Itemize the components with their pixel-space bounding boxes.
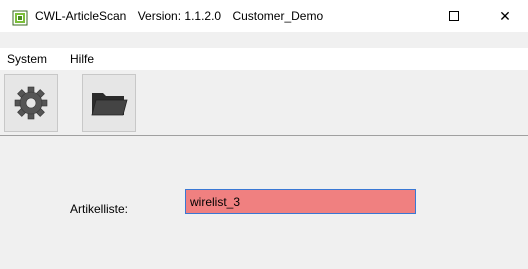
- main-panel: Artikelliste:: [0, 137, 528, 269]
- gear-icon: [14, 86, 48, 120]
- folder-icon: [91, 93, 128, 116]
- maximize-button[interactable]: [431, 0, 477, 32]
- customer-name: Customer_Demo: [232, 9, 324, 23]
- open-folder-button[interactable]: [82, 74, 136, 132]
- menu-bar: System Hilfe: [0, 48, 528, 70]
- menu-hilfe[interactable]: Hilfe: [70, 52, 94, 66]
- settings-button[interactable]: [4, 74, 58, 132]
- article-list-input[interactable]: [185, 189, 416, 214]
- app-icon: [12, 10, 28, 26]
- maximize-icon: [449, 11, 459, 21]
- title-bar[interactable]: CWL-ArticleScan Version: 1.1.2.0 Custome…: [0, 0, 528, 32]
- menu-system[interactable]: System: [7, 52, 47, 66]
- toolbar: [0, 70, 528, 136]
- app-name: CWL-ArticleScan: [35, 9, 127, 23]
- close-button[interactable]: ✕: [482, 0, 528, 32]
- window-title: CWL-ArticleScan Version: 1.1.2.0 Custome…: [35, 8, 331, 24]
- close-icon: ✕: [499, 7, 511, 24]
- app-window: CWL-ArticleScan Version: 1.1.2.0 Custome…: [0, 0, 528, 269]
- article-list-label: Artikelliste:: [70, 202, 129, 216]
- app-version: Version: 1.1.2.0: [137, 9, 222, 23]
